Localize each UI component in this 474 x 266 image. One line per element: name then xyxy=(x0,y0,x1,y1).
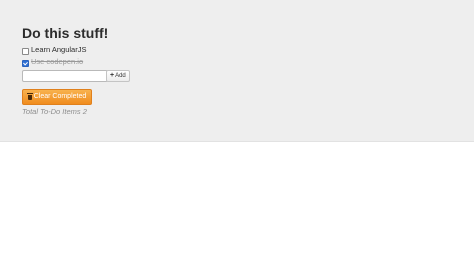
list-item: Use codepen.io xyxy=(22,57,83,67)
trash-icon xyxy=(26,92,33,100)
clear-button-label: Clear Completed xyxy=(33,93,87,100)
total-count-text: Total To-Do Items 2 xyxy=(22,107,87,116)
todo-label: Learn AngularJS xyxy=(31,45,87,54)
new-todo-input[interactable] xyxy=(22,70,108,82)
clear-completed-button[interactable]: Clear Completed xyxy=(22,89,92,105)
todo-panel: Do this stuff! Learn AngularJS Use codep… xyxy=(0,0,474,142)
add-button[interactable]: + Add xyxy=(106,70,130,82)
list-item: Learn AngularJS xyxy=(22,45,86,55)
plus-icon: + xyxy=(110,72,115,79)
todo-checkbox[interactable] xyxy=(22,47,29,55)
todo-checkbox[interactable] xyxy=(22,59,29,67)
total-label: Total To-Do Items xyxy=(22,107,81,116)
add-button-label: Add xyxy=(115,73,126,79)
page-title: Do this stuff! xyxy=(22,25,109,41)
total-count: 2 xyxy=(82,107,87,116)
todo-label: Use codepen.io xyxy=(31,57,84,66)
